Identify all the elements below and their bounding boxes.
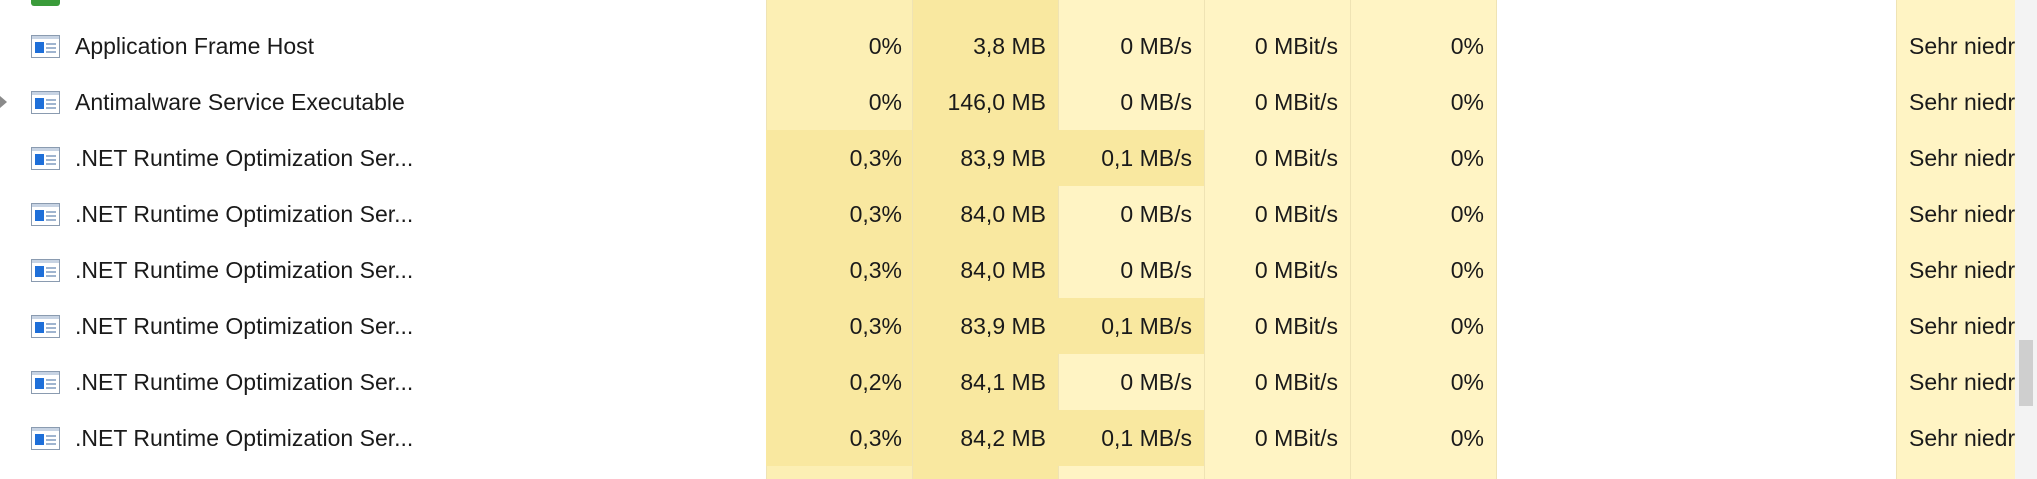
memory-value: 83,9 MB [960,313,1046,339]
network-value: 0 MBit/s [1254,425,1338,451]
gpu-value: 0% [1450,257,1484,283]
cpu-value: 0,3% [849,425,902,451]
process-name: Application Frame Host [75,33,315,59]
priority-value: Sehr niedri [1909,89,2015,115]
cpu-value: 0,2% [849,369,902,395]
priority-value: Sehr niedri [1909,369,2015,395]
process-name: .NET Runtime Optimization Ser... [75,425,414,451]
process-name: .NET Runtime Optimization Ser... [75,313,414,339]
memory-value: 3,8 MB [973,33,1046,59]
memory-value: 83,9 MB [960,145,1046,171]
process-row[interactable]: .NET Runtime Optimization Ser... 0,3% 84,0… [0,242,2015,298]
priority-value: Sehr niedri [1909,313,2015,339]
app-window-icon [31,203,60,226]
cpu-value: 0% [868,89,902,115]
process-row[interactable]: Application Frame Host 0% 3,8 MB 0 MB/s 0 MB… [0,18,2015,74]
process-row[interactable]: Antimalware Service Executable 0% 146,0 MB… [0,74,2015,130]
network-value: 0 MBit/s [1254,201,1338,227]
priority-value: Sehr niedri [1909,257,2015,283]
gpu-value: 0% [1450,313,1484,339]
process-row[interactable]: .NET Runtime Optimization Ser... 0,3% 83,9… [0,130,2015,186]
vertical-scrollbar[interactable] [2015,0,2037,479]
disk-value: 0 MB/s [1120,201,1192,227]
memory-value: 84,2 MB [960,425,1046,451]
app-window-icon [31,371,60,394]
gpu-value: 0% [1450,89,1484,115]
memory-value: 84,1 MB [960,369,1046,395]
app-window-icon [31,91,60,114]
priority-value: Sehr niedri [1909,201,2015,227]
disk-value: 0 MB/s [1120,257,1192,283]
cpu-value: 0,3% [849,201,902,227]
disk-value: 0 MB/s [1120,369,1192,395]
cpu-value: 0,3% [849,145,902,171]
memory-value: 146,0 MB [947,89,1046,115]
gpu-value: 0% [1450,33,1484,59]
process-name: .NET Runtime Optimization Ser... [75,201,414,227]
process-name: Antimalware Service Executable [75,89,405,115]
priority-value: Sehr niedri [1909,33,2015,59]
app-window-icon [31,35,60,58]
cpu-value: 0% [868,33,902,59]
app-icon [31,0,60,6]
network-value: 0 MBit/s [1254,33,1338,59]
gpu-value: 0% [1450,369,1484,395]
network-value: 0 MBit/s [1254,145,1338,171]
process-row[interactable]: .NET Runtime Optimization Ser... 0,3% 84,2… [0,410,2015,466]
process-row[interactable]: .NET Runtime Optimization Ser... 0,3% 84,0… [0,186,2015,242]
app-window-icon [31,147,60,170]
process-name: .NET Runtime Optimization Ser... [75,145,414,171]
expand-chevron-icon[interactable] [0,96,7,108]
disk-value: 0 MB/s [1120,89,1192,115]
network-value: 0 MBit/s [1254,369,1338,395]
app-window-icon [31,315,60,338]
disk-value: 0,1 MB/s [1101,145,1192,171]
network-value: 0 MBit/s [1254,313,1338,339]
process-row[interactable]: .NET Runtime Optimization Ser... 0,2% 84,1… [0,354,2015,410]
process-name: .NET Runtime Optimization Ser... [75,257,414,283]
scrollbar-thumb[interactable] [2019,340,2033,406]
app-window-icon [31,259,60,282]
network-value: 0 MBit/s [1254,89,1338,115]
process-name: .NET Runtime Optimization Ser... [75,369,414,395]
disk-value: 0 MB/s [1120,33,1192,59]
cpu-value: 0,3% [849,313,902,339]
priority-value: Sehr niedri [1909,145,2015,171]
app-window-icon [31,427,60,450]
memory-value: 84,0 MB [960,257,1046,283]
gpu-value: 0% [1450,201,1484,227]
disk-value: 0,1 MB/s [1101,313,1192,339]
gpu-value: 0% [1450,145,1484,171]
network-value: 0 MBit/s [1254,257,1338,283]
process-row[interactable]: .NET Runtime Optimization Ser... 0,3% 83,9… [0,298,2015,354]
priority-value: Sehr niedri [1909,425,2015,451]
gpu-value: 0% [1450,425,1484,451]
cpu-value: 0,3% [849,257,902,283]
disk-value: 0,1 MB/s [1101,425,1192,451]
memory-value: 84,0 MB [960,201,1046,227]
